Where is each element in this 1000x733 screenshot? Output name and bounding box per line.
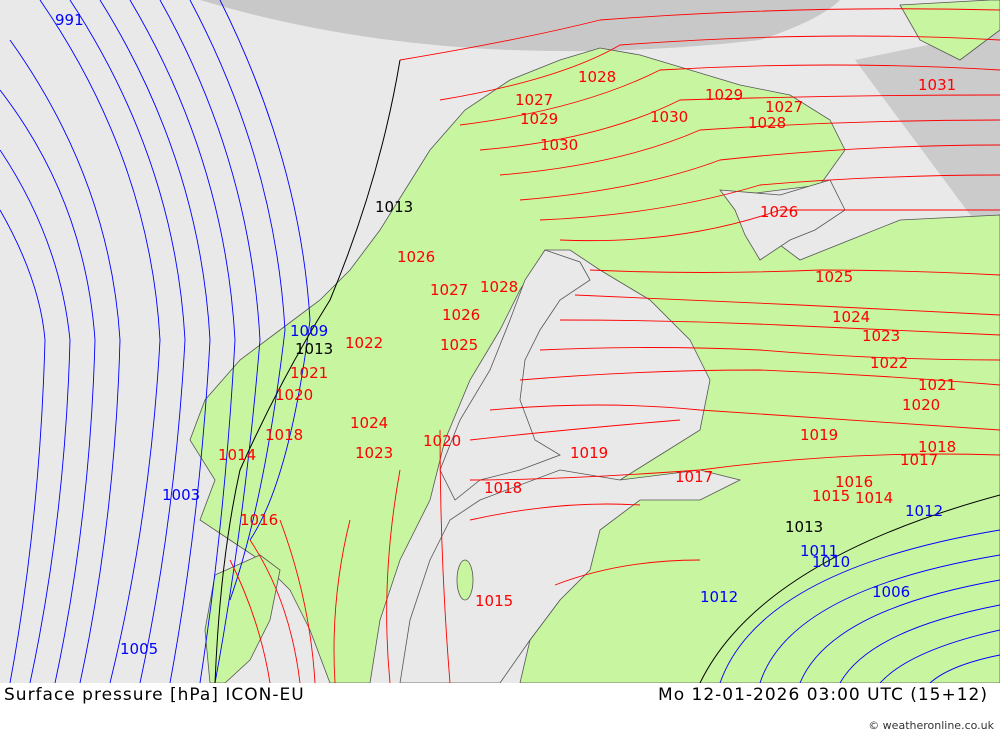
isobar-label: 1029 bbox=[520, 110, 558, 128]
isobar-label: 1018 bbox=[484, 479, 522, 497]
isobar-label: 1030 bbox=[650, 108, 688, 126]
isobar-label: 1026 bbox=[397, 248, 435, 266]
isobar-label: 1022 bbox=[345, 334, 383, 352]
isobar-label: 1028 bbox=[578, 68, 616, 86]
isobar-label: 1013 bbox=[375, 198, 413, 216]
isobar-label: 1006 bbox=[872, 583, 910, 601]
isobar-label: 1018 bbox=[265, 426, 303, 444]
map-title: Surface pressure [hPa] ICON-EU bbox=[4, 685, 305, 705]
isobar-label: 1019 bbox=[800, 426, 838, 444]
isobar-label: 1020 bbox=[275, 386, 313, 404]
isobar-label: 1015 bbox=[475, 592, 513, 610]
isobar-label: 1020 bbox=[902, 396, 940, 414]
isobar-label: 1009 bbox=[290, 322, 328, 340]
isobar-label: 1030 bbox=[540, 136, 578, 154]
isobar-label: 1012 bbox=[905, 502, 943, 520]
isobar-label: 1014 bbox=[218, 446, 256, 464]
isobar-label: 1027 bbox=[765, 98, 803, 116]
isobar-label: 1023 bbox=[355, 444, 393, 462]
isobar-label: 1031 bbox=[918, 76, 956, 94]
isobar-label: 1021 bbox=[918, 376, 956, 394]
isobar-label: 1014 bbox=[855, 489, 893, 507]
isobar-label: 1029 bbox=[705, 86, 743, 104]
isobar-label: 1028 bbox=[748, 114, 786, 132]
isobar-label: 1020 bbox=[423, 432, 461, 450]
isobar-label: 991 bbox=[55, 11, 84, 29]
pressure-map: 991 1013 1009 1013 1005 1003 1014 1016 1… bbox=[0, 0, 1000, 683]
isobar-label: 1016 bbox=[240, 511, 278, 529]
isobar-label: 1017 bbox=[900, 451, 938, 469]
isobar-label: 1028 bbox=[480, 278, 518, 296]
isobar-label: 1026 bbox=[760, 203, 798, 221]
isobar-label: 1019 bbox=[570, 444, 608, 462]
isobar-label: 1024 bbox=[350, 414, 388, 432]
isobar-label: 1017 bbox=[675, 468, 713, 486]
isobar-label: 1010 bbox=[812, 553, 850, 571]
forecast-datetime: Mo 12-01-2026 03:00 UTC (15+12) bbox=[658, 685, 988, 705]
isobar-label: 1005 bbox=[120, 640, 158, 658]
isobar-label: 1021 bbox=[290, 364, 328, 382]
isobar-label: 1015 bbox=[812, 487, 850, 505]
isobar-label: 1025 bbox=[440, 336, 478, 354]
credit-link[interactable]: © weatheronline.co.uk bbox=[868, 719, 994, 732]
isobar-label: 1003 bbox=[162, 486, 200, 504]
isobar-label: 1013 bbox=[785, 518, 823, 536]
map-footer: Surface pressure [hPa] ICON-EU Mo 12-01-… bbox=[0, 683, 1000, 733]
isobar-label: 1013 bbox=[295, 340, 333, 358]
land-gotland bbox=[456, 559, 474, 601]
isobar-label: 1022 bbox=[870, 354, 908, 372]
isobar-label: 1025 bbox=[815, 268, 853, 286]
map-canvas: 991 1013 1009 1013 1005 1003 1014 1016 1… bbox=[0, 0, 1000, 683]
isobar-label: 1024 bbox=[832, 308, 870, 326]
isobar-label: 1023 bbox=[862, 327, 900, 345]
isobar-label: 1012 bbox=[700, 588, 738, 606]
isobar-label: 1026 bbox=[442, 306, 480, 324]
isobar-label: 1027 bbox=[515, 91, 553, 109]
isobar-label: 1027 bbox=[430, 281, 468, 299]
